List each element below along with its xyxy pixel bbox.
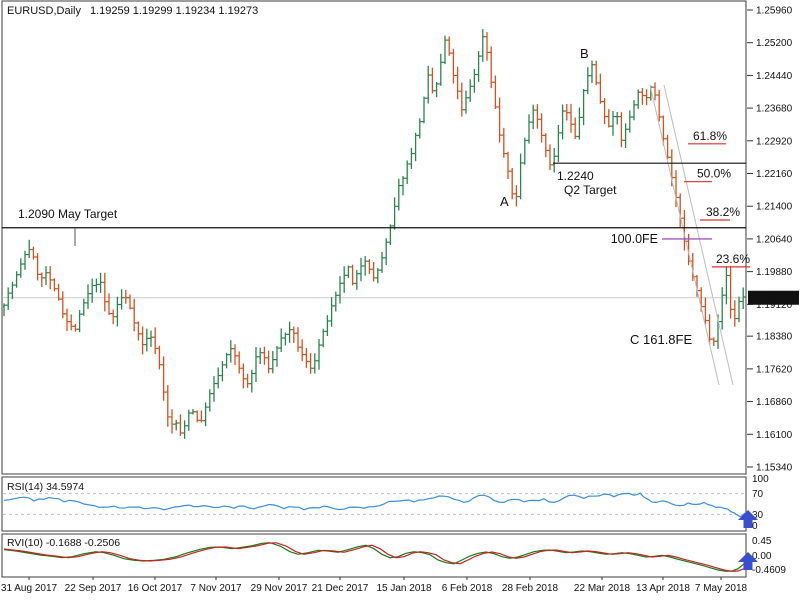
- date-axis-label: 22 Sep 2017: [65, 583, 122, 594]
- current-price-value: 1.19273: [755, 293, 792, 304]
- price-axis-label: 1.25960: [756, 6, 793, 17]
- price-axis-label: 1.25200: [756, 38, 793, 49]
- date-axis-label: 15 Jan 2018: [376, 583, 431, 594]
- date-axis-label: 22 Mar 2018: [574, 583, 631, 594]
- date-axis-label: 13 Apr 2018: [636, 583, 690, 594]
- date-axis-label: 6 Feb 2018: [442, 583, 493, 594]
- rsi-label: RSI(14) 34.5974: [7, 481, 84, 493]
- price-axis-label: 1.18380: [756, 332, 793, 343]
- rsi-scale-label: 100: [752, 474, 769, 485]
- date-axis-label: 29 Nov 2017: [251, 583, 308, 594]
- rvi-label: RVI(10) -0.1688 -0.2506: [7, 537, 120, 549]
- price-axis-label: 1.15340: [756, 462, 793, 473]
- wave-c-extension-label[interactable]: C 161.8FE: [630, 332, 692, 347]
- chart-canvas: 61.8% 50.0% 38.2% 23.6% 100.0FE C 161.8FE A B 1…: [0, 0, 800, 600]
- q2-target-price-label[interactable]: 1.2240: [557, 169, 594, 183]
- fib-level-label[interactable]: 23.6%: [716, 252, 750, 266]
- symbol-title: EURUSD,Daily 1.19259 1.19299 1.19234 1.19…: [7, 5, 258, 17]
- rsi-panel[interactable]: [2, 477, 746, 531]
- price-axis-label: 1.16100: [756, 430, 793, 441]
- trading-chart-window: 61.8% 50.0% 38.2% 23.6% 100.0FE C 161.8FE A B 1…: [0, 0, 800, 600]
- date-axis-label: 7 May 2018: [695, 583, 748, 594]
- price-axis-label: 1.20640: [756, 234, 793, 245]
- date-axis-label: 16 Oct 2017: [128, 583, 183, 594]
- symbol-name: EURUSD,Daily: [7, 5, 81, 17]
- date-axis-label: 31 Aug 2017: [1, 583, 58, 594]
- price-axis-label: 1.23680: [756, 104, 793, 115]
- price-axis-label: 1.24440: [756, 71, 793, 82]
- fib-level-label[interactable]: 50.0%: [697, 167, 731, 181]
- may-target-label[interactable]: 1.2090 May Target: [18, 207, 118, 221]
- q2-target-label[interactable]: Q2 Target: [564, 183, 617, 197]
- fib-level-label[interactable]: 61.8%: [693, 129, 727, 143]
- fib-extension-label[interactable]: 100.0FE: [611, 232, 658, 246]
- date-axis-label: 7 Nov 2017: [190, 583, 242, 594]
- price-axis-label: 1.16860: [756, 397, 793, 408]
- date-axis-label: 28 Feb 2018: [502, 583, 559, 594]
- price-axis[interactable]: 1.25960 1.25200 1.24440 1.23680 1.22920 1.221…: [747, 6, 799, 474]
- rvi-scale-label: -0.4609: [752, 565, 786, 576]
- rsi-scale-label: 70: [752, 489, 764, 500]
- wave-label-a[interactable]: A: [500, 194, 509, 209]
- price-axis-label: 1.22160: [756, 169, 793, 180]
- date-axis-label: 21 Dec 2017: [312, 583, 369, 594]
- rvi-scale-label: 0.45: [752, 536, 772, 547]
- price-axis-label: 1.22920: [756, 136, 793, 147]
- price-axis-label: 1.19880: [756, 267, 793, 278]
- price-axis-label: 1.21400: [756, 202, 793, 213]
- fib-level-label[interactable]: 38.2%: [706, 205, 740, 219]
- date-axis[interactable]: 31 Aug 2017 22 Sep 2017 16 Oct 2017 7 Nov 2…: [1, 577, 748, 594]
- price-axis-label: 1.17620: [756, 364, 793, 375]
- wave-label-b[interactable]: B: [580, 46, 589, 61]
- ohlc-quotes: 1.19259 1.19299 1.19234 1.19273: [90, 5, 258, 17]
- rsi-scale-label: 0: [752, 521, 758, 532]
